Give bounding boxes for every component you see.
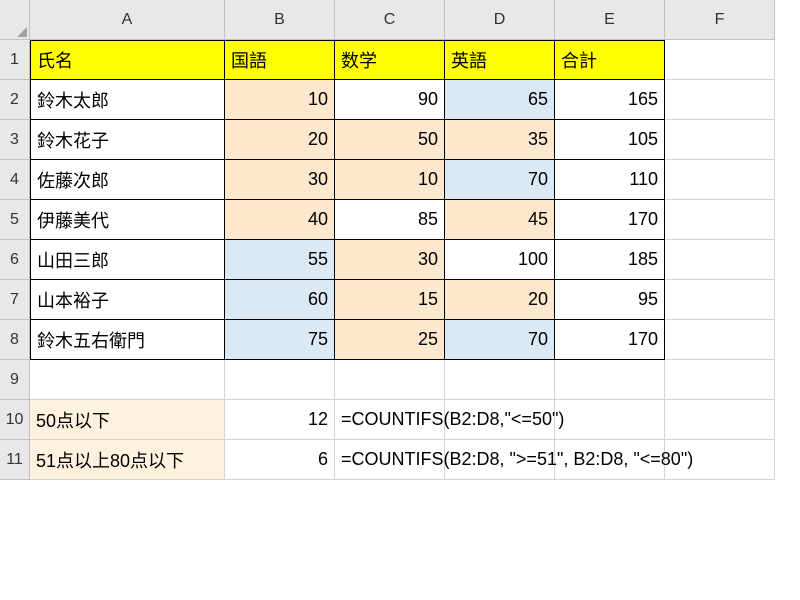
col-header-D[interactable]: D (445, 0, 555, 40)
row-header-11[interactable]: 11 (0, 440, 30, 480)
cell-E7[interactable]: 95 (555, 280, 665, 320)
cell-E6[interactable]: 185 (555, 240, 665, 280)
cell-F8[interactable] (665, 320, 775, 360)
cell-C6[interactable]: 30 (335, 240, 445, 280)
cell-B9[interactable] (225, 360, 335, 400)
cell-B1[interactable]: 国語 (225, 40, 335, 80)
cell-B2[interactable]: 10 (225, 80, 335, 120)
cell-A10[interactable]: 50点以下 (30, 400, 225, 440)
cell-A2[interactable]: 鈴木太郎 (30, 80, 225, 120)
row-header-2[interactable]: 2 (0, 80, 30, 120)
row-header-7[interactable]: 7 (0, 280, 30, 320)
cell-F5[interactable] (665, 200, 775, 240)
cell-F2[interactable] (665, 80, 775, 120)
cell-D1[interactable]: 英語 (445, 40, 555, 80)
cell-C1[interactable]: 数学 (335, 40, 445, 80)
spreadsheet-grid[interactable]: A B C D E F 1 氏名 国語 数学 英語 合計 2 鈴木太郎 10 9… (0, 0, 800, 480)
cell-B8[interactable]: 75 (225, 320, 335, 360)
cell-F9[interactable] (665, 360, 775, 400)
col-header-A[interactable]: A (30, 0, 225, 40)
cell-B6[interactable]: 55 (225, 240, 335, 280)
cell-A9[interactable] (30, 360, 225, 400)
row-header-5[interactable]: 5 (0, 200, 30, 240)
cell-C10[interactable]: =COUNTIFS(B2:D8,"<=50") (335, 400, 445, 440)
cell-F3[interactable] (665, 120, 775, 160)
cell-D2[interactable]: 65 (445, 80, 555, 120)
cell-A3[interactable]: 鈴木花子 (30, 120, 225, 160)
cell-B11[interactable]: 6 (225, 440, 335, 480)
cell-A5[interactable]: 伊藤美代 (30, 200, 225, 240)
cell-C11[interactable]: =COUNTIFS(B2:D8, ">=51", B2:D8, "<=80") (335, 440, 445, 480)
row-header-9[interactable]: 9 (0, 360, 30, 400)
cell-C2[interactable]: 90 (335, 80, 445, 120)
cell-D5[interactable]: 45 (445, 200, 555, 240)
cell-C8[interactable]: 25 (335, 320, 445, 360)
cell-A11[interactable]: 51点以上80点以下 (30, 440, 225, 480)
col-header-E[interactable]: E (555, 0, 665, 40)
col-header-F[interactable]: F (665, 0, 775, 40)
row-header-8[interactable]: 8 (0, 320, 30, 360)
cell-A4[interactable]: 佐藤次郎 (30, 160, 225, 200)
cell-B3[interactable]: 20 (225, 120, 335, 160)
cell-E5[interactable]: 170 (555, 200, 665, 240)
row-header-3[interactable]: 3 (0, 120, 30, 160)
cell-B4[interactable]: 30 (225, 160, 335, 200)
cell-C7[interactable]: 15 (335, 280, 445, 320)
cell-B10[interactable]: 12 (225, 400, 335, 440)
select-all-corner[interactable] (0, 0, 30, 40)
cell-F10[interactable] (665, 400, 775, 440)
row-header-1[interactable]: 1 (0, 40, 30, 80)
cell-D3[interactable]: 35 (445, 120, 555, 160)
cell-C5[interactable]: 85 (335, 200, 445, 240)
cell-E3[interactable]: 105 (555, 120, 665, 160)
cell-E10[interactable] (555, 400, 665, 440)
row-header-4[interactable]: 4 (0, 160, 30, 200)
row-header-10[interactable]: 10 (0, 400, 30, 440)
cell-E1[interactable]: 合計 (555, 40, 665, 80)
cell-B5[interactable]: 40 (225, 200, 335, 240)
cell-C9[interactable] (335, 360, 445, 400)
cell-B7[interactable]: 60 (225, 280, 335, 320)
cell-F1[interactable] (665, 40, 775, 80)
cell-F6[interactable] (665, 240, 775, 280)
row-header-6[interactable]: 6 (0, 240, 30, 280)
cell-E8[interactable]: 170 (555, 320, 665, 360)
col-header-C[interactable]: C (335, 0, 445, 40)
cell-D9[interactable] (445, 360, 555, 400)
col-header-B[interactable]: B (225, 0, 335, 40)
cell-E9[interactable] (555, 360, 665, 400)
cell-D6[interactable]: 100 (445, 240, 555, 280)
cell-A8[interactable]: 鈴木五右衛門 (30, 320, 225, 360)
cell-A7[interactable]: 山本裕子 (30, 280, 225, 320)
cell-D4[interactable]: 70 (445, 160, 555, 200)
cell-C4[interactable]: 10 (335, 160, 445, 200)
cell-C3[interactable]: 50 (335, 120, 445, 160)
cell-A6[interactable]: 山田三郎 (30, 240, 225, 280)
cell-D7[interactable]: 20 (445, 280, 555, 320)
cell-F4[interactable] (665, 160, 775, 200)
cell-E4[interactable]: 110 (555, 160, 665, 200)
cell-D8[interactable]: 70 (445, 320, 555, 360)
cell-F7[interactable] (665, 280, 775, 320)
cell-A1[interactable]: 氏名 (30, 40, 225, 80)
cell-E2[interactable]: 165 (555, 80, 665, 120)
